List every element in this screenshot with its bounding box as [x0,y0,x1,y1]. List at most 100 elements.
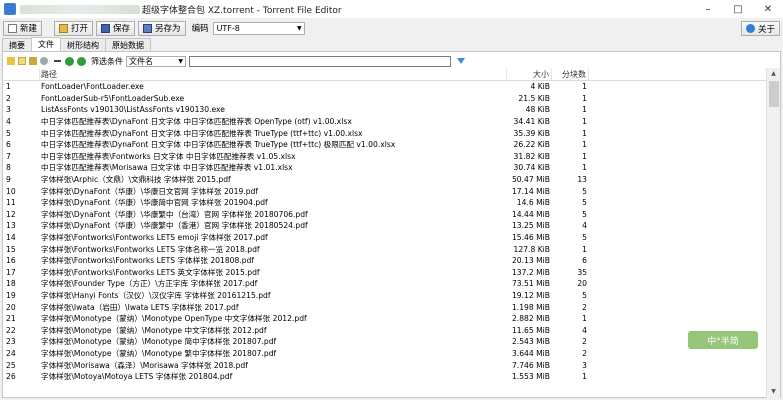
row-index: 20 [6,302,16,312]
remove-icon[interactable] [54,60,61,62]
file-size: 2.882 MiB [511,314,550,324]
scroll-down-icon[interactable]: ▼ [767,386,780,398]
chevron-down-icon: ▼ [178,57,183,65]
about-button[interactable]: 关于 [740,21,780,36]
piece-count: 1 [582,314,587,324]
save-as-button[interactable]: 另存为 [138,20,186,36]
encoding-select[interactable]: UTF-8 ▼ [212,21,305,35]
column-header-pieces[interactable]: 分块数 [552,68,589,80]
table-row[interactable]: 15 字体样张\Fontworks\Fontworks LETS 字体名称一览 2… [3,243,766,255]
table-row[interactable]: 1 FontLoader\FontLoader.exe 4 KiB 1 [3,81,766,93]
open-folder-icon[interactable] [29,57,37,65]
file-path: 中日字体匹配推荐表\DynaFont 日文字体 中日字体匹配推荐表 OpenTy… [41,117,352,127]
file-path: 字体样张\Monotype（蒙纳）\Monotype OpenType 中文字体… [41,314,307,324]
maximize-button[interactable]: □ [723,0,753,18]
file-size: 11.65 MiB [511,325,550,335]
table-row[interactable]: 9 字体样张\Arphic（文鼎）\文鼎科技 字体样张 2015.pdf 50.47… [3,174,766,186]
column-header-index[interactable] [3,68,40,80]
column-header-path[interactable]: 路径 [40,68,507,80]
filter-funnel-icon[interactable] [457,58,465,64]
row-index: 8 [6,163,11,173]
file-path: 字体样张\DynaFont（华康）\华康繁中（香港）官网 字体样张 201805… [41,221,308,231]
title-bar: 超级字体整合包 XZ.torrent - Torrent File Editor… [0,0,783,18]
file-size: 30.74 KiB [513,163,550,173]
tab-raw-data[interactable]: 原始数据 [105,38,151,51]
table-row[interactable]: 18 字体样张\Founder Type（方正）\方正字库 字体样张 2017.p… [3,278,766,290]
row-index: 26 [6,372,16,382]
table-row[interactable]: 4 中日字体匹配推荐表\DynaFont 日文字体 中日字体匹配推荐表 OpenT… [3,116,766,128]
open-button[interactable]: 打开 [54,20,94,36]
move-up-icon[interactable] [65,56,74,66]
table-row[interactable]: 11 字体样张\DynaFont（华康）\华康简中官网 字体样张 201904.p… [3,197,766,209]
table-row[interactable]: 5 中日字体匹配推荐表\DynaFont 日文字体 中日字体匹配推荐表 TrueT… [3,127,766,139]
file-path: 字体样张\Arphic（文鼎）\文鼎科技 字体样张 2015.pdf [41,175,231,185]
file-size: 4 KiB [530,82,550,92]
save-button[interactable]: 保存 [96,20,136,36]
file-path: 字体样张\Monotype（蒙纳）\Monotype 中文字体样张 2012.p… [41,325,267,335]
file-path: ListAssFonts v190130\ListAssFonts v19013… [41,105,225,115]
filter-field-select[interactable]: 文件名 ▼ [126,55,186,67]
table-row[interactable]: 25 字体样张\Morisawa（森泽）\Morisawa 字体样张 2018.p… [3,359,766,371]
table-row[interactable]: 12 字体样张\DynaFont（华康）\华康繁中（台湾）官网 字体样张 2018… [3,209,766,221]
main-toolbar: 新建 打开 保存 另存为 编码 UTF-8 ▼ 关于 [0,19,783,37]
minimize-button[interactable]: – [693,0,723,18]
piece-count: 5 [582,233,587,243]
table-row[interactable]: 24 字体样张\Monotype（蒙纳）\Monotype 繁中字体样张 2018… [3,348,766,360]
file-path: 字体样张\DynaFont（华康）\华康简中官网 字体样张 201904.pdf [41,198,268,208]
file-path: 字体样张\Fontworks\Fontworks LETS 字体名称一览 201… [41,244,260,254]
piece-count: 1 [582,151,587,161]
scroll-up-icon[interactable]: ▲ [767,68,780,80]
row-index: 16 [6,256,16,266]
table-row[interactable]: 26 字体样张\Motoya\Motoya LETS 字体样张 201804.pd… [3,371,766,383]
tab-tree[interactable]: 树形结构 [60,38,106,51]
file-path: FontLoaderSub-r5\FontLoaderSub.exe [41,93,185,103]
files-panel: 筛选条件 文件名 ▼ 路径 大小 分块数 1 FontLoader\FontLoa… [2,51,781,398]
piece-count: 5 [582,186,587,196]
table-row[interactable]: 21 字体样张\Monotype（蒙纳）\Monotype OpenType 中文… [3,313,766,325]
save-as-button-label: 另存为 [155,24,181,34]
file-table: 路径 大小 分块数 1 FontLoader\FontLoader.exe 4 Ki… [3,68,766,398]
row-index: 17 [6,267,16,277]
scrollbar-thumb[interactable] [769,81,779,107]
settings-icon[interactable] [40,57,48,65]
file-size: 26.22 KiB [513,140,550,150]
piece-count: 1 [582,372,587,382]
tab-summary[interactable]: 摘要 [2,38,32,51]
table-row[interactable]: 10 字体样张\DynaFont（华康）\华康日文官网 字体样张 2019.pdf… [3,185,766,197]
vertical-scrollbar[interactable]: ▲ ▼ [766,68,780,398]
add-file-icon[interactable] [7,57,15,65]
title-redacted-area [20,4,140,14]
table-row[interactable]: 23 字体样张\Monotype（蒙纳）\Monotype 简中字体样张 2018… [3,336,766,348]
table-row[interactable]: 17 字体样张\Fontworks\Fontworks LETS 英文字体样张 2… [3,267,766,279]
new-button-label: 新建 [20,24,38,34]
table-row[interactable]: 2 FontLoaderSub-r5\FontLoaderSub.exe 21.5 … [3,93,766,105]
piece-count: 5 [582,209,587,219]
table-row[interactable]: 16 字体样张\Fontworks\Fontworks LETS 字体样张 201… [3,255,766,267]
filter-input[interactable] [189,55,451,67]
table-row[interactable]: 19 字体样张\Hanyi Fonts（汉仪）\汉仪字库 字体样张 2016121… [3,290,766,302]
close-button[interactable]: ✕ [753,0,783,18]
column-header-size[interactable]: 大小 [507,68,552,80]
window-controls: – □ ✕ [693,0,783,18]
table-row[interactable]: 14 字体样张\Fontworks\Fontworks LETS emoji 字体… [3,232,766,244]
table-row[interactable]: 7 中日字体匹配推荐表\Fontworks 日文字体 中日字体匹配推荐表 v1.0… [3,151,766,163]
encoding-value: UTF-8 [216,23,240,33]
piece-count: 4 [582,221,587,231]
file-size: 50.47 MiB [511,175,550,185]
table-row[interactable]: 3 ListAssFonts v190130\ListAssFonts v1901… [3,104,766,116]
ime-status-badge[interactable]: 中°半简 [688,331,758,349]
table-row[interactable]: 22 字体样张\Monotype（蒙纳）\Monotype 中文字体样张 2012… [3,324,766,336]
move-down-icon[interactable] [77,56,86,66]
add-folder-icon[interactable] [18,57,26,65]
table-row[interactable]: 13 字体样张\DynaFont（华康）\华康繁中（香港）官网 字体样张 2018… [3,220,766,232]
file-size: 14.6 MiB [516,198,550,208]
tab-files[interactable]: 文件 [31,37,61,51]
piece-count: 13 [577,175,587,185]
table-row[interactable]: 8 中日字体匹配推荐表\Morisawa 日文字体 中日字体匹配推荐表 v1.01… [3,162,766,174]
file-path: 中日字体匹配推荐表\DynaFont 日文字体 中日字体匹配推荐表 TrueTy… [41,140,396,150]
table-row[interactable]: 6 中日字体匹配推荐表\DynaFont 日文字体 中日字体匹配推荐表 TrueT… [3,139,766,151]
table-row[interactable]: 20 字体样张\Iwata（岩田）\Iwata LETS 字体样张 2017.pd… [3,301,766,313]
new-button[interactable]: 新建 [3,20,43,36]
row-index: 3 [6,105,11,115]
file-size: 127.8 KiB [513,244,550,254]
